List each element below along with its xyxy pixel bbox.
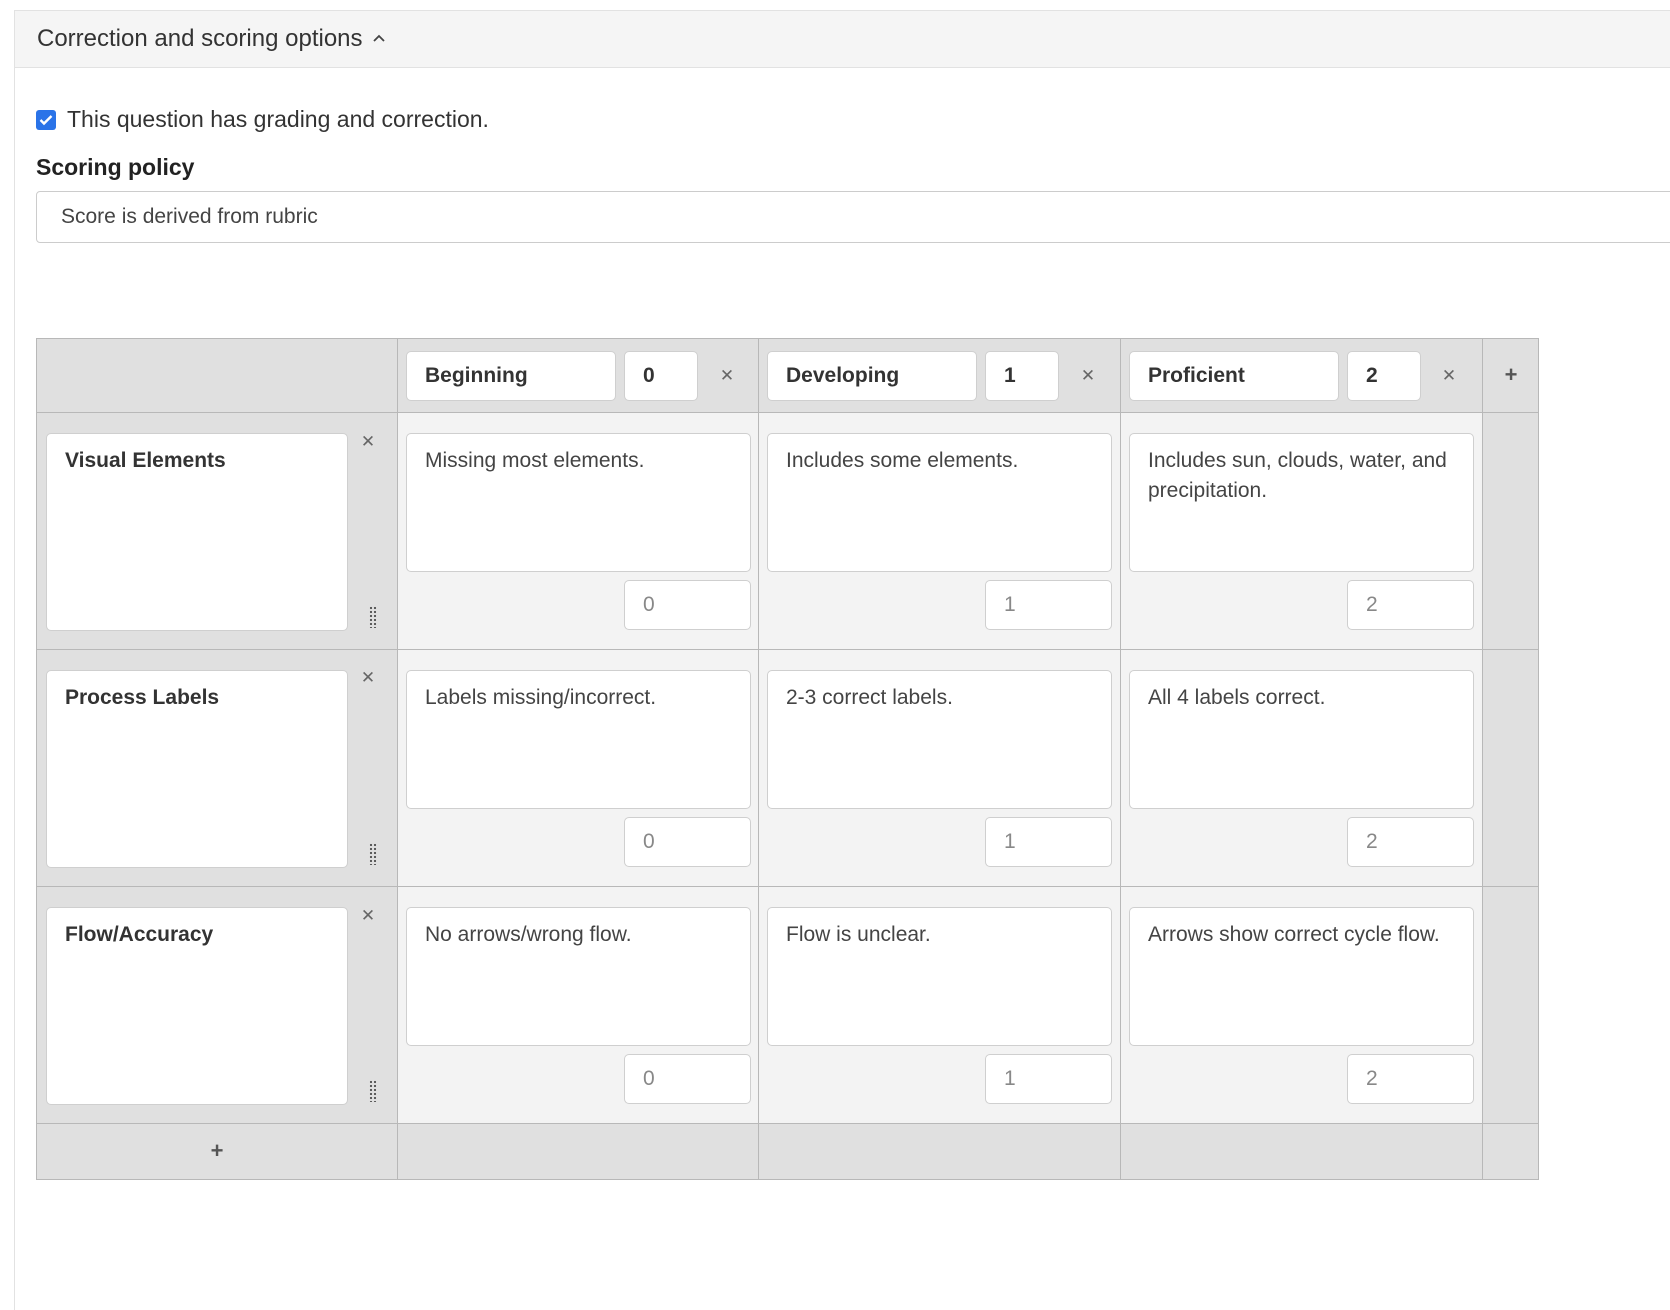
criterion-name-input[interactable]: Flow/Accuracy [46,907,348,1105]
criterion-name: Visual Elements [65,449,226,472]
criterion-name: Flow/Accuracy [65,923,214,946]
cell-points-input[interactable]: 1 [985,580,1112,630]
scoring-policy-value: Score is derived from rubric [61,205,318,228]
grid-line [1482,339,1483,1179]
close-icon[interactable]: ✕ [360,669,376,686]
cell-points: 1 [1004,593,1016,616]
cell-points: 1 [1004,830,1016,853]
scoring-policy-label: Scoring policy [36,154,195,180]
add-criterion-plus-icon[interactable]: + [208,1140,226,1162]
level-name-input[interactable]: Proficient [1129,351,1339,401]
cell-points: 2 [1366,593,1378,616]
grid-line [397,339,398,1179]
grid-line [37,1123,1538,1124]
cell-points-input[interactable]: 0 [624,580,751,630]
level-points: 1 [1004,364,1016,387]
section-header[interactable]: Correction and scoring options [14,10,1670,68]
cell-points-input[interactable]: 2 [1347,580,1474,630]
cell-description: Includes some elements. [786,449,1019,472]
cell-points: 0 [643,1067,655,1090]
cell-points-input[interactable]: 0 [624,1054,751,1104]
grid-line [37,886,1538,887]
criterion-name: Process Labels [65,686,220,709]
cell-description-input[interactable]: Includes some elements. [767,433,1112,572]
criterion-name-input[interactable]: Visual Elements [46,433,348,631]
grid-line [37,412,1538,413]
drag-handle-icon[interactable] [369,843,377,865]
close-icon[interactable]: ✕ [360,907,376,924]
grid-line [758,339,759,1179]
criterion-name-input[interactable]: Process Labels [46,670,348,868]
level-name: Developing [786,364,900,387]
cell-description: 2-3 correct labels. [786,686,953,709]
cell-description-input[interactable]: Arrows show correct cycle flow. [1129,907,1474,1046]
cell-description-input[interactable]: Flow is unclear. [767,907,1112,1046]
cell-description: Labels missing/incorrect. [425,686,657,709]
level-name: Beginning [425,364,528,387]
level-name-input[interactable]: Developing [767,351,977,401]
cell-description: All 4 labels correct. [1148,686,1326,709]
cell-description: Missing most elements. [425,449,645,472]
cell-points: 1 [1004,1067,1016,1090]
chevron-up-icon[interactable] [372,29,385,45]
level-name: Proficient [1148,364,1245,387]
grid-line [1120,339,1121,1179]
cell-points: 2 [1366,830,1378,853]
add-level-plus-icon[interactable]: + [1502,364,1520,386]
cell-points: 0 [643,593,655,616]
close-icon[interactable]: ✕ [719,367,735,384]
cell-points-input[interactable]: 0 [624,817,751,867]
cell-description-input[interactable]: Labels missing/incorrect. [406,670,751,809]
scoring-policy-select[interactable]: Score is derived from rubric [36,191,1670,243]
drag-handle-icon[interactable] [369,606,377,628]
cell-points: 2 [1366,1067,1378,1090]
grid-line [37,649,1538,650]
close-icon[interactable]: ✕ [360,433,376,450]
cell-description: Flow is unclear. [786,923,931,946]
cell-points-input[interactable]: 1 [985,1054,1112,1104]
cell-description: Arrows show correct cycle flow. [1148,923,1440,946]
level-points: 2 [1366,364,1378,387]
cell-points-input[interactable]: 2 [1347,1054,1474,1104]
level-points-input[interactable]: 2 [1347,351,1421,401]
cell-description-input[interactable]: Includes sun, clouds, water, and precipi… [1129,433,1474,572]
cell-description-input[interactable]: No arrows/wrong flow. [406,907,751,1046]
grading-checkbox[interactable] [36,109,56,130]
level-name-input[interactable]: Beginning [406,351,616,401]
grading-checkbox-label[interactable]: This question has grading and correction… [67,106,489,133]
cell-description-input[interactable]: All 4 labels correct. [1129,670,1474,809]
close-icon[interactable]: ✕ [1441,367,1457,384]
section-title: Correction and scoring options [37,25,363,52]
cell-points: 0 [643,830,655,853]
grading-checkbox-row: This question has grading and correction… [36,106,489,133]
cell-description-input[interactable]: Missing most elements. [406,433,751,572]
cell-description: Includes sun, clouds, water, and precipi… [1148,449,1447,502]
cell-points-input[interactable]: 1 [985,817,1112,867]
cell-description: No arrows/wrong flow. [425,923,632,946]
rubric-table: Beginning 0 ✕ Developing 1 ✕ Proficient … [36,338,1539,1180]
cell-points-input[interactable]: 2 [1347,817,1474,867]
level-points-input[interactable]: 0 [624,351,698,401]
drag-handle-icon[interactable] [369,1080,377,1102]
cell-description-input[interactable]: 2-3 correct labels. [767,670,1112,809]
level-points: 0 [643,364,655,387]
close-icon[interactable]: ✕ [1080,367,1096,384]
level-points-input[interactable]: 1 [985,351,1059,401]
